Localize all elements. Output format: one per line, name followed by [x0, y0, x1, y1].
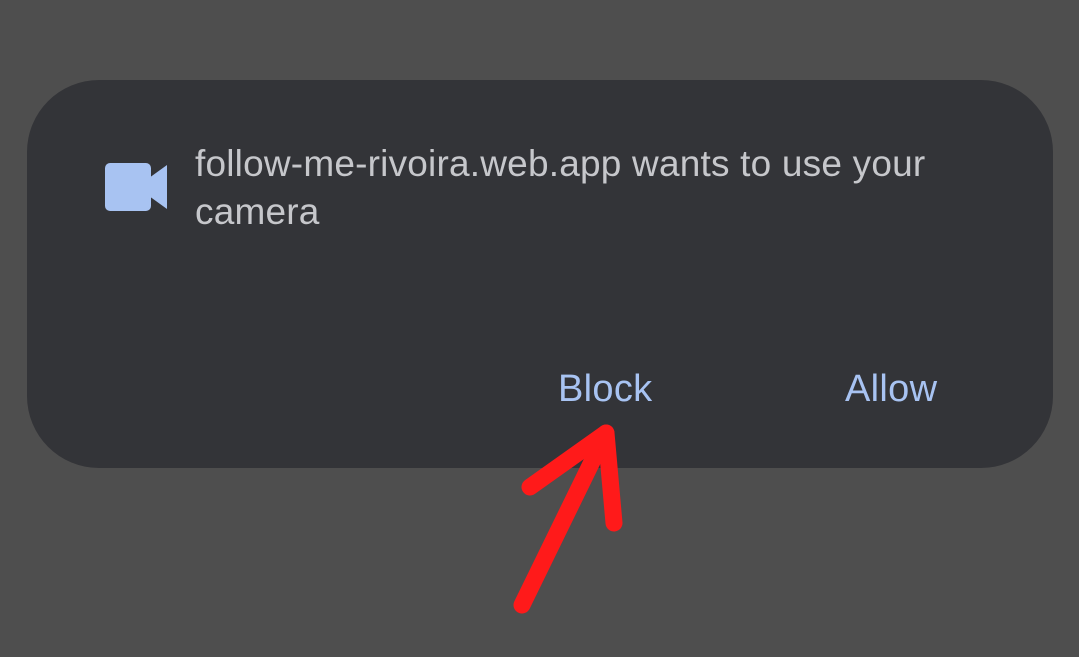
allow-button[interactable]: Allow	[845, 361, 937, 417]
block-button[interactable]: Block	[558, 361, 652, 417]
permission-message: follow-me-rivoira.web.app wants to use y…	[195, 143, 926, 232]
video-camera-icon	[105, 162, 167, 212]
permission-dialog: follow-me-rivoira.web.app wants to use y…	[27, 80, 1053, 468]
